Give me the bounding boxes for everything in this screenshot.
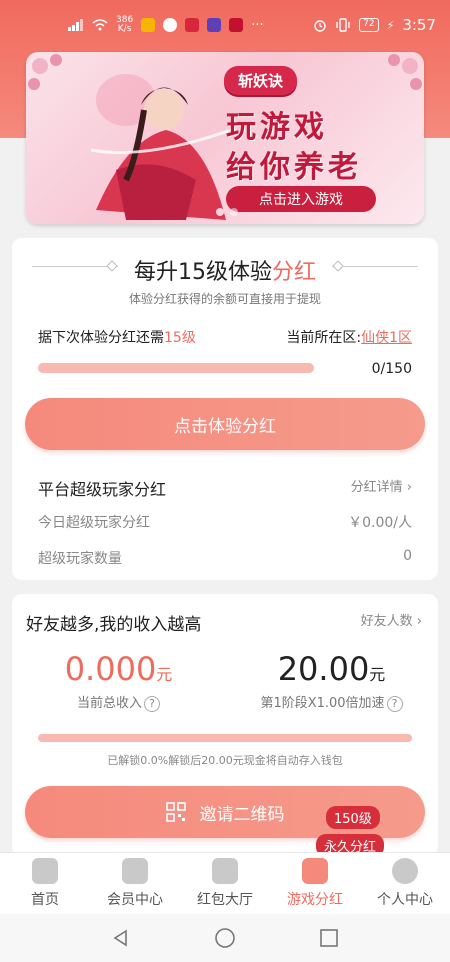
region-link[interactable]: 仙侠1区 <box>361 330 412 346</box>
super-player-title: 平台超级玩家分红 <box>38 480 167 499</box>
tab-home[interactable]: 首页 <box>0 853 90 914</box>
character-illustration <box>90 74 232 220</box>
clock: 3:57 <box>402 16 436 34</box>
chevron-right-icon: › <box>416 614 422 629</box>
unlock-note: 已解锁0.0%解锁后20.00元现金将自动存入钱包 <box>107 754 343 767</box>
tab-personal-center[interactable]: 个人中心 <box>360 853 450 914</box>
card-subtitle: 体验分红获得的余额可直接用于提现 <box>128 292 321 306</box>
profile-icon <box>392 858 418 884</box>
carousel-dot[interactable] <box>216 208 224 216</box>
total-income-label: 当前总收入? <box>12 692 225 712</box>
game-name-badge: 斩妖诀 <box>224 66 298 95</box>
level-progress-text: 0/150 <box>371 361 412 377</box>
alarm-icon <box>314 20 326 32</box>
recents-icon[interactable] <box>319 928 339 948</box>
carousel-dot[interactable] <box>230 208 238 216</box>
notification-app-icon <box>229 18 244 32</box>
tab-label: 首页 <box>31 892 59 908</box>
system-navigation-bar <box>0 914 450 962</box>
wechat-icon <box>163 18 178 32</box>
signal-icon <box>68 19 83 31</box>
tab-label: 会员中心 <box>107 892 163 908</box>
bottom-tab-bar: 首页 会员中心 红包大厅 游戏分红 个人中心 <box>0 852 450 914</box>
notification-app-icon <box>207 18 222 32</box>
banner-slogan-line1: 玩游戏 <box>226 110 328 145</box>
tab-member-center[interactable]: 会员中心 <box>90 853 180 914</box>
vibrate-icon <box>336 18 350 32</box>
experience-dividend-button[interactable]: 点击体验分红 <box>25 398 425 450</box>
card-title: 每升15级体验分红 <box>133 260 316 285</box>
stage-label: 第1阶段X1.00倍加速? <box>225 692 438 712</box>
super-player-count-value: 0 <box>403 548 412 564</box>
tab-label: 红包大厅 <box>197 892 253 908</box>
dividend-details-link[interactable]: 分红详情 › <box>351 476 412 495</box>
qr-code-icon <box>165 802 186 822</box>
notification-app-icon <box>141 18 156 32</box>
today-dividend-label: 今日超级玩家分红 <box>38 515 150 531</box>
experience-dividend-card: 每升15级体验分红 体验分红获得的余额可直接用于提现 据下次体验分红还需15级 … <box>12 238 438 580</box>
crown-icon <box>122 858 148 884</box>
battery-indicator: 72 <box>359 18 379 32</box>
chevron-right-icon: › <box>406 480 412 495</box>
tab-label: 游戏分红 <box>287 892 343 908</box>
friends-card-title: 好友越多,我的收入越高 <box>26 615 202 635</box>
notification-app-icon <box>185 18 200 32</box>
status-bar: 386 K/s ··· 72 ⚡ 3:57 <box>0 0 450 50</box>
stage-amount: 20.00元 <box>277 650 386 688</box>
tab-red-packet-hall[interactable]: 红包大厅 <box>180 853 270 914</box>
level-tag: 150级 <box>326 806 380 829</box>
more-notifications-icon: ··· <box>251 17 264 33</box>
help-icon[interactable]: ? <box>144 696 160 712</box>
enter-game-button[interactable]: 点击进入游戏 <box>226 186 376 212</box>
charging-icon: ⚡ <box>386 18 395 32</box>
home-icon <box>32 858 58 884</box>
blossom-decoration <box>28 54 62 90</box>
help-icon[interactable]: ? <box>386 696 403 712</box>
today-dividend-value: ￥0.00/人 <box>348 515 412 531</box>
red-packet-icon <box>212 858 238 884</box>
home-circle-icon[interactable] <box>214 927 236 949</box>
tab-label: 个人中心 <box>377 892 433 908</box>
super-player-count-label: 超级玩家数量 <box>38 551 122 567</box>
unlock-progress-bar <box>38 734 412 742</box>
total-income-amount: 0.000元 <box>64 650 173 688</box>
game-banner[interactable]: 斩妖诀 玩游戏 给你养老 点击进入游戏 <box>26 52 424 224</box>
back-icon[interactable] <box>111 928 131 948</box>
level-progress-bar <box>38 363 314 373</box>
blossom-decoration <box>388 54 422 90</box>
wifi-icon <box>92 19 108 31</box>
network-speed: 386 K/s <box>116 15 134 34</box>
next-dividend-requirement: 据下次体验分红还需15级 <box>38 330 196 346</box>
tab-game-dividend[interactable]: 游戏分红 <box>270 853 360 914</box>
current-region: 当前所在区:仙侠1区 <box>286 330 412 346</box>
game-hand-icon <box>302 858 328 884</box>
friends-count-link[interactable]: 好友人数 › <box>361 610 422 629</box>
banner-slogan-line2: 给你养老 <box>226 150 362 185</box>
